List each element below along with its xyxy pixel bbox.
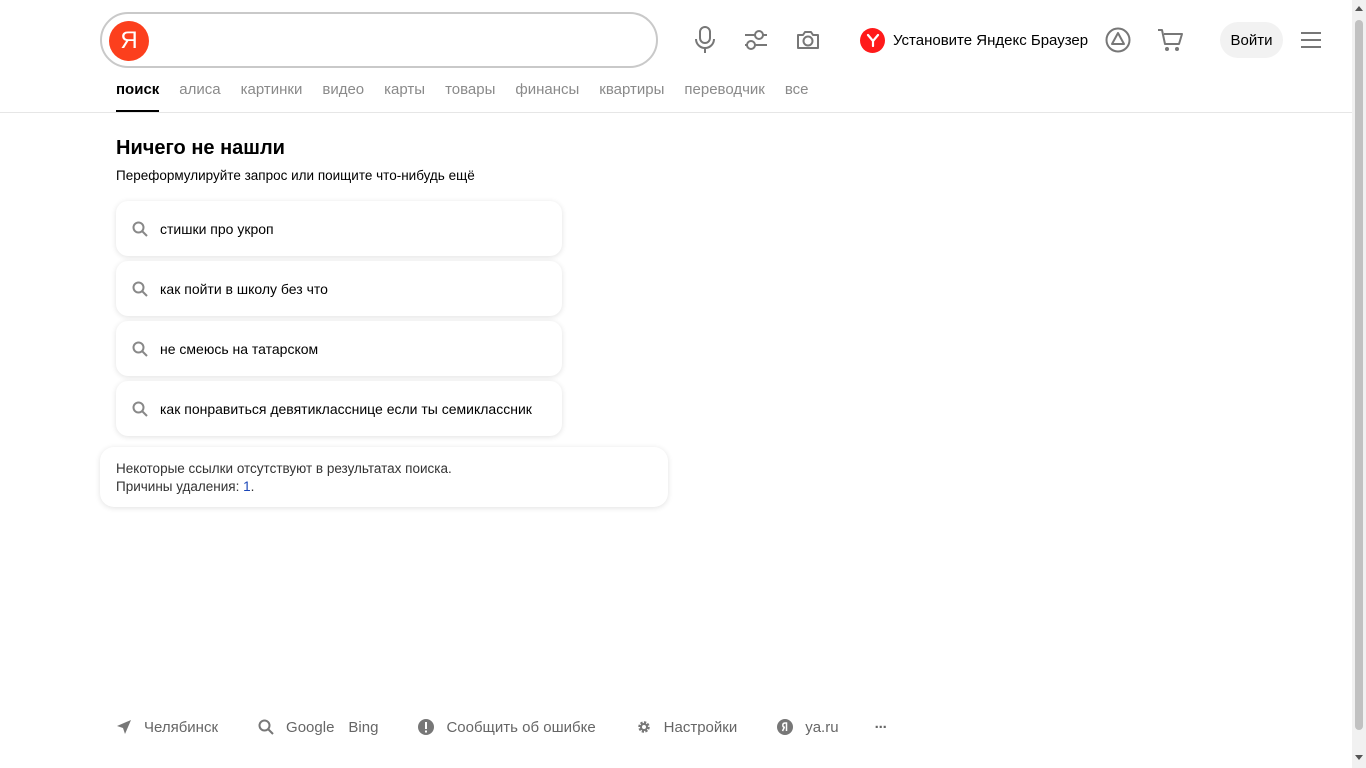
suggestion-text: как пойти в школу без что [160, 280, 328, 297]
notice-reasons-label: Причины удаления: [116, 479, 244, 494]
yandex-icon [777, 719, 794, 735]
suggestion-list: стишки про укроп как пойти в школу без ч… [116, 201, 562, 441]
footer-bing-link[interactable]: Bing [348, 719, 378, 736]
tab-video[interactable]: видео [322, 80, 364, 112]
footer-city[interactable]: Челябинск [116, 719, 218, 736]
footer-city-label: Челябинск [144, 718, 219, 736]
exclamation-icon [418, 719, 435, 735]
login-button[interactable]: Войти [1220, 22, 1283, 58]
search-icon [258, 719, 274, 735]
alice-icon[interactable] [1105, 27, 1131, 53]
scroll-thumb[interactable] [1355, 20, 1363, 730]
search-icon [132, 221, 148, 237]
footer-yaru-label: ya.ru [805, 718, 839, 736]
suggestion-item[interactable]: как пойти в школу без что [116, 261, 562, 316]
suggestion-item[interactable]: как понравиться девятикласснице если ты … [116, 381, 562, 436]
tab-images[interactable]: картинки [241, 80, 303, 112]
tab-translator[interactable]: переводчик [684, 80, 764, 112]
tab-all[interactable]: все [785, 80, 809, 112]
filters-icon[interactable] [743, 25, 769, 55]
scroll-up-arrow[interactable] [1355, 6, 1363, 11]
search-tabs: поиск алиса картинки видео карты товары … [116, 80, 829, 112]
tab-finance[interactable]: финансы [515, 80, 579, 112]
cart-icon[interactable] [1156, 27, 1184, 53]
browser-promo[interactable]: Установите Яндекс Браузер [860, 27, 1088, 53]
removed-links-notice: Некоторые ссылки отсутствуют в результат… [100, 447, 668, 507]
footer-google-link[interactable]: Google [286, 719, 334, 736]
scrollbar[interactable] [1352, 0, 1366, 768]
notice-period: . [250, 479, 255, 494]
browser-promo-label[interactable]: Установите Яндекс Браузер [893, 32, 1088, 49]
suggestion-text: не смеюсь на татарском [160, 340, 319, 357]
suggestion-item[interactable]: стишки про укроп [116, 201, 562, 256]
notice-line: Некоторые ссылки отсутствуют в результат… [116, 461, 452, 476]
more-icon: ··· [874, 718, 888, 736]
tab-products[interactable]: товары [445, 80, 495, 112]
tab-search[interactable]: поиск [116, 80, 160, 112]
header-divider [0, 112, 1352, 113]
footer-report[interactable]: Сообщить об ошибке [418, 718, 596, 736]
menu-icon[interactable] [1300, 30, 1322, 50]
tab-alice[interactable]: алиса [179, 80, 220, 112]
search-icon [132, 401, 148, 417]
footer-settings-label: Настройки [663, 718, 738, 736]
search-icon [132, 281, 148, 297]
notice-reason-link[interactable]: 1 [243, 479, 251, 494]
page-subtitle: Переформулируйте запрос или поищите что-… [116, 168, 475, 183]
tab-maps[interactable]: карты [384, 80, 425, 112]
notice-reasons: Причины удаления: 1. [116, 478, 652, 496]
yandex-logo[interactable]: Я [109, 21, 149, 61]
scroll-down-arrow[interactable] [1355, 755, 1363, 760]
footer-report-label: Сообщить об ошибке [446, 718, 596, 736]
suggestion-text: как понравиться девятикласснице если ты … [160, 400, 532, 417]
footer-more-button[interactable]: ··· [874, 718, 888, 736]
location-arrow-icon [117, 720, 131, 734]
footer-settings[interactable]: Настройки [636, 718, 738, 736]
tab-apartments[interactable]: квартиры [599, 80, 664, 112]
footer: Челябинск Google Bing Сообщить об ошибке… [116, 716, 888, 738]
yandex-browser-icon [860, 27, 885, 53]
suggestion-text: стишки про укроп [160, 220, 274, 237]
microphone-icon[interactable] [692, 25, 718, 55]
search-box[interactable]: Я [100, 12, 658, 68]
search-icon [132, 341, 148, 357]
search-input[interactable] [160, 24, 640, 58]
gear-icon [637, 721, 650, 733]
camera-search-icon[interactable] [795, 25, 821, 55]
page-title: Ничего не нашли [116, 137, 285, 159]
footer-yaru[interactable]: ya.ru [777, 718, 839, 736]
suggestion-item[interactable]: не смеюсь на татарском [116, 321, 562, 376]
footer-search-other: Google Bing [258, 719, 378, 736]
